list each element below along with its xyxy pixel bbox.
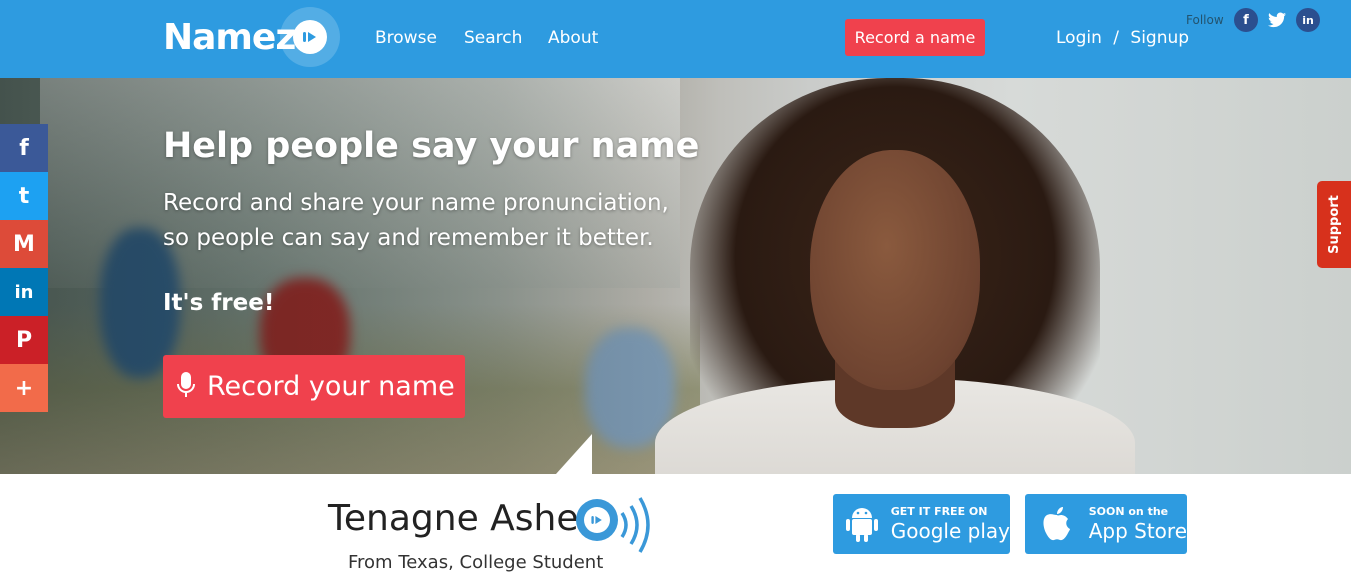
follow-facebook-icon[interactable]: f [1234, 8, 1258, 32]
share-gmail-button[interactable]: M [0, 220, 48, 268]
nav-browse-link[interactable]: Browse [375, 28, 437, 48]
sound-waves-icon [620, 497, 650, 553]
auth-links: Login / Signup [1056, 28, 1189, 48]
share-sidebar: f t Min P + [0, 124, 48, 412]
hero-subtitle: Record and share your name pronunciation… [163, 190, 669, 251]
logo-text: Namez [163, 17, 296, 58]
featured-name: Tenagne Ashe [328, 498, 579, 539]
twitter-icon: t [18, 183, 30, 209]
pinterest-icon: P [15, 327, 33, 353]
featured-meta: From Texas, College Student [348, 552, 604, 573]
app-store-button[interactable]: SOON on the App Store [1025, 494, 1187, 554]
play-icon [584, 507, 610, 533]
login-link[interactable]: Login [1056, 28, 1102, 48]
share-linkedin-button[interactable]: in [0, 268, 48, 316]
record-a-name-button[interactable]: Record a name [845, 19, 985, 56]
facebook-icon: f [19, 135, 29, 161]
google-play-small-label: GET IT FREE ON [890, 505, 988, 518]
more-icon: + [14, 375, 34, 401]
logo[interactable]: Namez [163, 7, 340, 67]
follow-linkedin-icon[interactable]: in [1296, 8, 1320, 32]
record-your-name-label: Record your name [207, 371, 455, 402]
hero-free-label: It's free! [163, 290, 275, 316]
apple-icon [1035, 502, 1079, 546]
follow-label: Follow [1186, 13, 1224, 27]
share-more-button[interactable]: + [0, 364, 48, 412]
nav-about-link[interactable]: About [548, 28, 598, 48]
logo-play-icon [280, 7, 340, 67]
hero-woman-face [810, 150, 980, 390]
record-your-name-button[interactable]: Record your name [163, 355, 465, 418]
signup-link[interactable]: Signup [1130, 28, 1189, 48]
gmail-icon: M [13, 231, 35, 257]
page: Namez Browse Search About Record a name … [0, 0, 1351, 580]
share-facebook-button[interactable]: f [0, 124, 48, 172]
auth-separator: / [1113, 28, 1120, 48]
play-pronunciation-button[interactable] [576, 499, 618, 541]
top-nav-bar: Namez Browse Search About Record a name … [0, 0, 1351, 78]
support-tab[interactable]: Support [1317, 181, 1351, 268]
google-play-button[interactable]: GET IT FREE ON Google play [833, 494, 1010, 554]
hero-title: Help people say your name [163, 126, 700, 166]
microphone-icon [177, 371, 195, 403]
google-play-label: Google play [890, 519, 1010, 543]
speech-notch [556, 434, 592, 474]
nav-search-link[interactable]: Search [464, 28, 522, 48]
app-store-label: App Store [1088, 519, 1187, 543]
share-twitter-button[interactable]: t [0, 172, 48, 220]
app-store-small-label: SOON on the [1088, 505, 1169, 518]
support-label: Support [1326, 195, 1342, 254]
follow-twitter-icon[interactable] [1265, 8, 1289, 32]
share-pinterest-button[interactable]: P [0, 316, 48, 364]
android-icon [843, 502, 881, 546]
linkedin-icon: in [14, 281, 34, 303]
